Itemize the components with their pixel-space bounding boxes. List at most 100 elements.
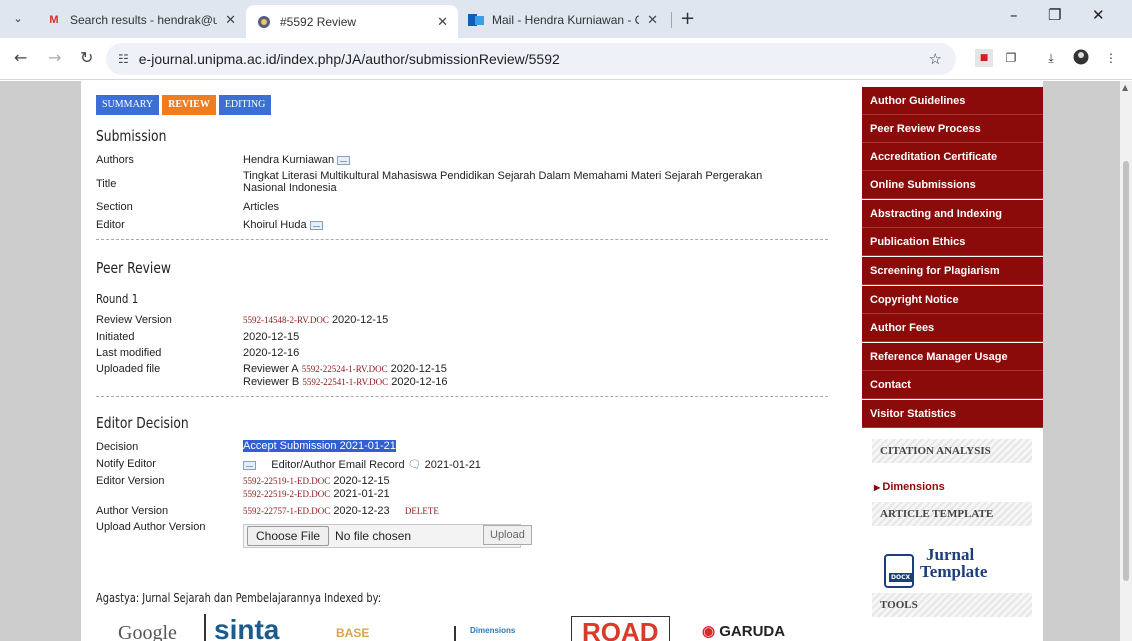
url-text: e-journal.unipma.ac.id/index.php/JA/auth… bbox=[138, 51, 560, 67]
minimize-icon[interactable]: – bbox=[1010, 6, 1018, 24]
divider bbox=[96, 239, 828, 240]
title-value: Tingkat Literasi Multikultural Mahasiswa… bbox=[243, 170, 763, 194]
editor-version-row-1: 5592-22519-1-ED.DOC 2020-12-15 bbox=[243, 475, 390, 487]
section-label: Section bbox=[96, 201, 133, 213]
reviewer-b-file-link[interactable]: 5592-22541-1-RV.DOC bbox=[302, 377, 388, 387]
sidebar-item-screening-plagiarism[interactable]: Screening for Plagiarism bbox=[862, 257, 1043, 285]
browser-toolbar: ← → ↻ ☷ e-journal.unipma.ac.id/index.php… bbox=[0, 38, 1132, 80]
restore-icon[interactable]: ❐ bbox=[1048, 6, 1061, 24]
editor-version-file-link[interactable]: 5592-22519-1-ED.DOC bbox=[243, 476, 330, 486]
author-version-row: 5592-22757-1-ED.DOC 2020-12-23 DELETE bbox=[243, 505, 439, 517]
template-line-1: Jurnal bbox=[926, 545, 975, 564]
editor-version-file-link[interactable]: 5592-22519-2-ED.DOC bbox=[243, 489, 330, 499]
sidebar-item-contact[interactable]: Contact bbox=[862, 371, 1043, 399]
reload-icon[interactable]: ↻ bbox=[80, 48, 93, 67]
tab-summary[interactable]: SUMMARY bbox=[96, 95, 160, 115]
browser-menu-icon[interactable]: ⋮ bbox=[1102, 49, 1120, 67]
google-scholar-logo[interactable]: Google bbox=[118, 622, 177, 641]
editor-version-label: Editor Version bbox=[96, 475, 165, 487]
section-value: Articles bbox=[243, 201, 280, 213]
journal-favicon-icon bbox=[256, 14, 272, 30]
site-info-icon[interactable]: ☷ bbox=[118, 52, 129, 66]
email-icon[interactable] bbox=[243, 460, 256, 470]
profile-avatar-icon[interactable] bbox=[1072, 49, 1090, 67]
author-version-file-link[interactable]: 5592-22757-1-ED.DOC bbox=[243, 506, 330, 516]
reviewer-a-file-link[interactable]: 5592-22524-1-RV.DOC bbox=[302, 364, 388, 374]
close-icon[interactable]: ✕ bbox=[225, 12, 236, 28]
sidebar-item-accreditation-certificate[interactable]: Accreditation Certificate bbox=[862, 143, 1043, 171]
review-version-label: Review Version bbox=[96, 314, 172, 326]
dimensions-link[interactable]: ▶ Dimensions bbox=[874, 481, 945, 493]
back-icon[interactable]: ← bbox=[14, 48, 27, 67]
road-logo[interactable]: ROAD bbox=[571, 616, 670, 641]
sidebar: Author Guidelines Peer Review Process Ac… bbox=[862, 81, 1043, 641]
garuda-logo[interactable]: ◉ GARUDA bbox=[702, 622, 785, 641]
upload-author-version-label: Upload Author Version bbox=[96, 521, 206, 533]
gmail-icon: M bbox=[49, 14, 59, 26]
tab-review[interactable]: REVIEW bbox=[162, 95, 216, 115]
notify-editor-label: Notify Editor bbox=[96, 458, 156, 470]
review-version-file-link[interactable]: 5592-14548-2-RV.DOC bbox=[243, 315, 329, 325]
browser-tabbar: ⌄ M Search results - hendrak@upi.e ✕ #55… bbox=[0, 0, 1132, 38]
authors-label: Authors bbox=[96, 154, 134, 166]
journal-template-link[interactable]: DOCX Jurnal Template bbox=[884, 544, 1014, 594]
reviewer-b-row: Reviewer B 5592-22541-1-RV.DOC 2020-12-1… bbox=[243, 376, 448, 388]
sidebar-item-copyright-notice[interactable]: Copyright Notice bbox=[862, 286, 1043, 314]
review-version-date: 2020-12-15 bbox=[331, 314, 389, 326]
sidebar-item-publication-ethics[interactable]: Publication Ethics bbox=[862, 228, 1043, 256]
sidebar-item-online-submissions[interactable]: Online Submissions bbox=[862, 171, 1043, 199]
template-text: Jurnal Template bbox=[920, 546, 987, 580]
submission-tabs: SUMMARY REVIEW EDITING bbox=[96, 95, 272, 115]
page-scrollbar[interactable]: ▲ bbox=[1120, 81, 1132, 641]
choose-file-button[interactable]: Choose File bbox=[247, 526, 330, 546]
tab-review[interactable]: #5592 Review ✕ bbox=[246, 5, 458, 38]
extensions-puzzle-icon[interactable]: ❐ bbox=[1002, 49, 1020, 67]
tab-editing[interactable]: EDITING bbox=[218, 95, 272, 115]
sidebar-item-author-fees[interactable]: Author Fees bbox=[862, 314, 1043, 342]
author-version-date: 2020-12-23 bbox=[333, 505, 390, 517]
article-template-heading: ARTICLE TEMPLATE bbox=[872, 502, 1032, 526]
scrollbar-thumb[interactable] bbox=[1123, 161, 1129, 581]
forward-icon[interactable]: → bbox=[48, 48, 61, 67]
file-input[interactable]: Choose File No file chosen bbox=[243, 524, 521, 548]
citation-analysis-heading: CITATION ANALYSIS bbox=[872, 439, 1032, 463]
decision-label: Decision bbox=[96, 441, 139, 453]
reviewer-a-date: 2020-12-15 bbox=[390, 363, 447, 375]
close-icon[interactable]: ✕ bbox=[647, 12, 658, 28]
tab-title: Search results - hendrak@upi.e bbox=[70, 13, 218, 27]
template-line-2: Template bbox=[920, 562, 988, 581]
tab-search-chevron-icon[interactable]: ⌄ bbox=[8, 9, 28, 29]
comment-icon[interactable]: 🗨 bbox=[408, 459, 422, 471]
sidebar-item-author-guidelines[interactable]: Author Guidelines bbox=[862, 87, 1043, 115]
sidebar-item-abstracting-indexing[interactable]: Abstracting and Indexing bbox=[862, 200, 1043, 228]
dimensions-logo[interactable]: Dimensions bbox=[454, 626, 515, 641]
close-icon[interactable]: ✕ bbox=[437, 14, 448, 30]
sidebar-item-peer-review-process[interactable]: Peer Review Process bbox=[862, 115, 1043, 143]
sidebar-item-visitor-statistics[interactable]: Visitor Statistics bbox=[862, 400, 1043, 428]
peer-review-heading: Peer Review bbox=[96, 259, 171, 277]
base-logo[interactable]: BASE bbox=[336, 626, 369, 641]
delete-link[interactable]: DELETE bbox=[405, 506, 439, 516]
email-icon[interactable] bbox=[309, 220, 323, 230]
review-version-value: 5592-14548-2-RV.DOC 2020-12-15 bbox=[243, 314, 388, 326]
scroll-up-icon[interactable]: ▲ bbox=[1122, 83, 1128, 92]
title-label: Title bbox=[96, 178, 117, 190]
sinta-logo[interactable]: sinta bbox=[204, 614, 279, 641]
tab-gmail[interactable]: M Search results - hendrak@upi.e ✕ bbox=[36, 5, 246, 35]
upload-button[interactable]: Upload bbox=[483, 525, 532, 545]
email-icon[interactable] bbox=[337, 155, 351, 165]
tab-divider bbox=[671, 12, 672, 28]
download-icon[interactable]: ⤓ bbox=[1042, 49, 1060, 67]
last-modified-value: 2020-12-16 bbox=[243, 347, 300, 359]
extension-pdf-icon[interactable]: ■ bbox=[975, 49, 993, 67]
address-bar[interactable]: ☷ e-journal.unipma.ac.id/index.php/JA/au… bbox=[106, 43, 956, 75]
editor-label: Editor bbox=[96, 219, 125, 231]
tab-title: Mail - Hendra Kurniawan - Outl bbox=[492, 13, 639, 27]
window-close-icon[interactable]: ✕ bbox=[1092, 6, 1105, 24]
tab-outlook[interactable]: Mail - Hendra Kurniawan - Outl ✕ bbox=[458, 5, 668, 35]
new-tab-icon[interactable]: + bbox=[680, 8, 695, 29]
sidebar-item-reference-manager[interactable]: Reference Manager Usage bbox=[862, 343, 1043, 371]
decision-value: Accept Submission 2021-01-21 bbox=[243, 440, 396, 452]
bookmark-star-icon[interactable]: ☆ bbox=[929, 50, 942, 68]
email-record-text: Editor/Author Email Record bbox=[271, 459, 405, 471]
